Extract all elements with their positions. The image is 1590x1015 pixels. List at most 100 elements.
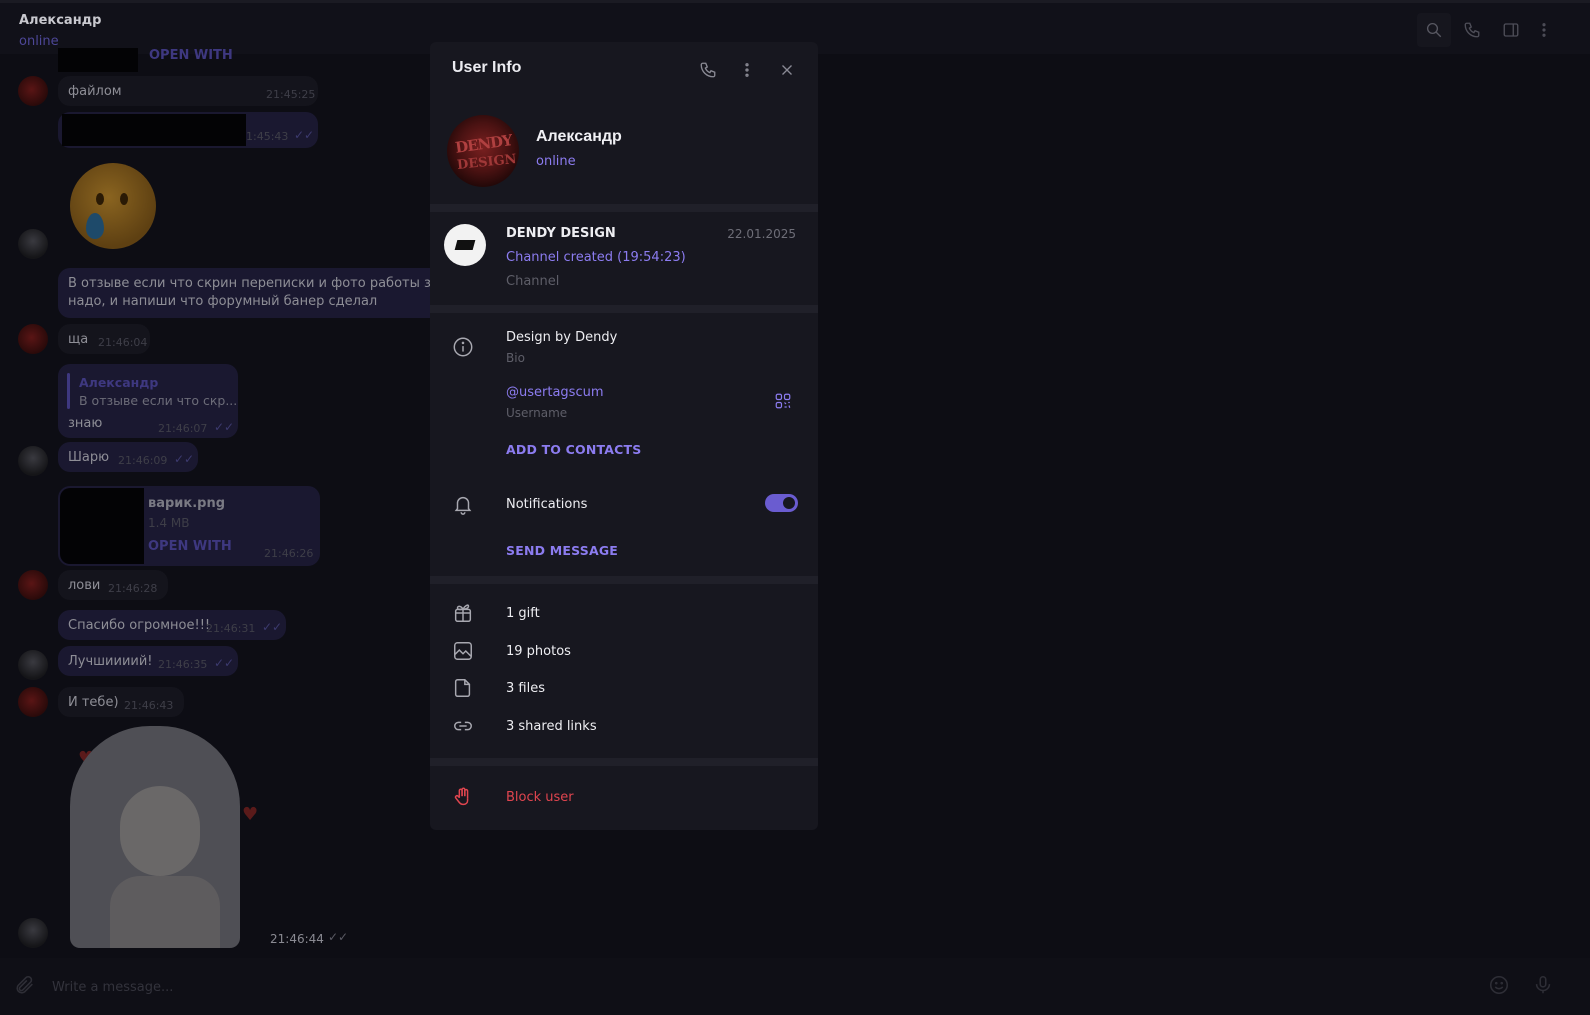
media-label: 3 files — [506, 681, 545, 696]
message-bubble[interactable]: лови 21:46:28 — [58, 570, 168, 600]
message-bubble[interactable]: Спасибо огромное!!! 21:46:31 ✓✓ — [58, 610, 286, 640]
message-input[interactable] — [52, 976, 652, 998]
photo-icon — [452, 640, 476, 664]
bell-icon — [452, 493, 476, 517]
search-icon — [1426, 22, 1442, 38]
message-time: 21:46:26 — [264, 547, 314, 560]
voice-button[interactable] — [1532, 974, 1556, 998]
file-size: 1.4 MB — [148, 516, 190, 530]
add-to-contacts-button[interactable]: ADD TO CONTACTS — [506, 442, 641, 457]
read-checkmarks-icon: ✓✓ — [262, 620, 283, 634]
qr-code-button[interactable] — [774, 392, 794, 412]
message-time: 21:46:31 — [206, 622, 256, 635]
message-text: Лучшиииий! — [68, 654, 153, 669]
more-icon — [1542, 23, 1546, 37]
emoji-icon — [1489, 975, 1509, 995]
username-label: Username — [506, 406, 568, 420]
media-label: 1 gift — [506, 606, 540, 621]
message-bubble[interactable]: файлом 21:45:25 — [58, 76, 318, 106]
gift-icon — [452, 602, 476, 626]
more-button[interactable] — [1530, 16, 1558, 44]
message-text: лови — [68, 578, 101, 593]
qr-code-icon — [775, 393, 791, 409]
message-text: ща — [68, 332, 89, 347]
file-thumbnail[interactable] — [58, 48, 138, 72]
peer-status: online — [19, 34, 59, 49]
search-button[interactable] — [1417, 13, 1451, 47]
read-checkmarks-icon: ✓✓ — [214, 656, 235, 670]
profile-name: Александр — [536, 128, 622, 145]
message-text-line: надо, и напиши что форумный банер сделал — [68, 294, 378, 309]
message-bubble[interactable]: Лучшиииий! 21:46:35 ✓✓ — [58, 646, 238, 676]
message-text-line: В отзыве если что скрин переписки и фото… — [68, 276, 479, 291]
sticker-face — [120, 786, 200, 876]
reply-bar — [67, 373, 70, 409]
emoji-tear — [86, 213, 104, 239]
channel-avatar[interactable] — [444, 224, 486, 266]
sticker-body — [110, 876, 220, 948]
attach-icon — [16, 975, 33, 994]
avatar[interactable] — [18, 324, 48, 354]
emoji-button[interactable] — [1488, 974, 1512, 998]
message-bubble[interactable]: В отзыве если что скрин переписки и фото… — [58, 268, 479, 318]
info-icon — [452, 336, 476, 360]
message-time: 21:46:35 — [158, 658, 208, 671]
send-message-button[interactable]: SEND MESSAGE — [506, 543, 618, 558]
avatar[interactable] — [18, 687, 48, 717]
telegram-window: Александр online OPEN WITH файлом 21:45:… — [0, 0, 1590, 1015]
bio-value[interactable]: Design by Dendy — [506, 330, 617, 345]
call-button[interactable] — [696, 58, 720, 82]
more-button[interactable] — [735, 58, 759, 82]
notifications-toggle[interactable] — [765, 494, 798, 512]
message-composer — [0, 958, 1590, 1015]
avatar[interactable] — [18, 918, 48, 948]
avatar[interactable] — [18, 446, 48, 476]
avatar[interactable] — [18, 570, 48, 600]
file-thumbnail[interactable] — [60, 488, 144, 564]
message-time: 21:46:44 — [270, 932, 324, 946]
message-text: И тебе) — [68, 695, 119, 710]
microphone-icon — [1535, 975, 1551, 994]
media-label: 19 photos — [506, 644, 571, 659]
link-icon — [452, 715, 476, 739]
bio-label: Bio — [506, 351, 525, 365]
channel-last-post[interactable]: Channel created (19:54:23) — [506, 250, 686, 265]
avatar[interactable] — [18, 650, 48, 680]
section-divider — [430, 758, 818, 766]
read-checkmarks-icon: ✓✓ — [214, 420, 235, 434]
file-message[interactable]: варик.png 1.4 MB OPEN WITH 21:46:26 — [58, 486, 320, 566]
message-bubble[interactable]: ща 21:46:04 — [58, 324, 150, 354]
open-with-button[interactable]: OPEN WITH — [148, 539, 232, 554]
peer-name[interactable]: Александр — [19, 13, 102, 28]
hand-stop-icon — [452, 786, 476, 810]
user-info-panel: User Info DENDY DESIGN Александр online … — [430, 42, 818, 830]
username-value[interactable]: @usertagscum — [506, 385, 604, 400]
message-text: Шарю — [68, 450, 110, 465]
message-time: 21:46:43 — [124, 699, 174, 712]
more-icon — [745, 63, 749, 77]
channel-type-label: Channel — [506, 274, 560, 289]
channel-name[interactable]: DENDY DESIGN — [506, 226, 616, 241]
reply-author[interactable]: Александр — [79, 375, 158, 390]
close-button[interactable] — [775, 58, 799, 82]
attach-button[interactable] — [14, 974, 38, 998]
message-text: файлом — [68, 84, 122, 99]
message-bubble[interactable]: Шарю 21:46:09 ✓✓ — [58, 442, 198, 472]
anime-girl-sticker[interactable] — [60, 726, 250, 948]
open-with-button[interactable]: OPEN WITH — [149, 48, 233, 63]
toggle-sidebar-button[interactable] — [1497, 16, 1525, 44]
read-checkmarks-icon: ✓✓ — [328, 930, 349, 944]
profile-avatar[interactable]: DENDY DESIGN — [447, 115, 519, 187]
message-time: 21:46:28 — [108, 582, 158, 595]
message-bubble[interactable]: Александр В отзыве если что скр... знаю … — [58, 364, 238, 438]
section-divider — [430, 576, 818, 584]
crying-smile-emoji[interactable] — [70, 163, 156, 249]
avatar[interactable] — [18, 76, 48, 106]
message-bubble[interactable]: 1:45:43 ✓✓ — [58, 112, 318, 148]
message-bubble[interactable]: И тебе) 21:46:43 — [58, 687, 184, 717]
avatar[interactable] — [18, 229, 48, 259]
sidebar-icon — [1503, 23, 1519, 37]
message-time: 21:46:09 — [118, 454, 168, 467]
reply-text[interactable]: В отзыве если что скр... — [79, 393, 237, 408]
call-button[interactable] — [1458, 16, 1486, 44]
